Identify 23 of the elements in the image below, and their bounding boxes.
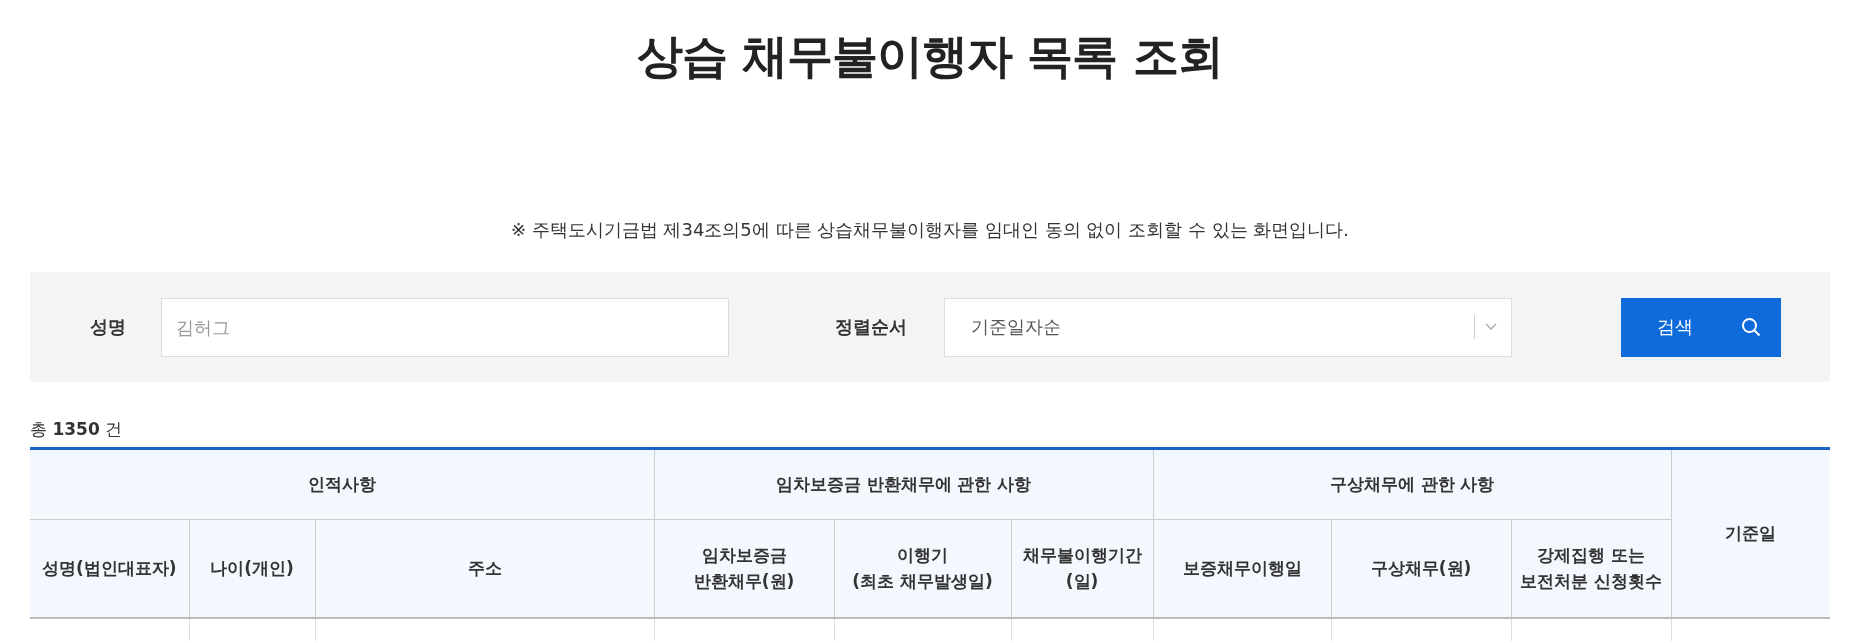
- column-header: 나이(개인): [189, 519, 315, 618]
- search-button[interactable]: 검색: [1621, 297, 1781, 357]
- column-header: 채무불이행기간 (일): [1011, 519, 1154, 618]
- search-icon: [1741, 317, 1761, 337]
- name-label: 성명: [90, 315, 127, 339]
- column-group-header: 인적사항: [30, 448, 654, 520]
- page-title: 상습 채무불이행자 목록 조회: [637, 28, 1223, 85]
- name-field[interactable]: 김허그: [161, 297, 729, 357]
- column-group-header: 임차보증금 반환채무에 관한 사항: [654, 448, 1154, 520]
- notice-text: ※ 주택도시기금법 제34조의5에 따른 상습채무불이행자를 임대인 동의 없이 조회할 수 있는 화면입니다.: [510, 218, 1350, 242]
- total-count: 총 1350 건: [30, 418, 123, 441]
- chevron-down-icon: [1485, 323, 1497, 331]
- sort-select[interactable]: 기준일자순: [944, 297, 1512, 357]
- column-header: 보증채무이행일: [1153, 519, 1332, 618]
- column-header: 주소: [315, 519, 654, 618]
- column-header: 강제집행 또는 보전처분 신청횟수: [1511, 519, 1672, 618]
- column-group-header: 기준일: [1671, 448, 1831, 618]
- column-header: 임차보증금 반환채무(원): [654, 519, 834, 618]
- column-header: 이행기 (최초 채무발생일): [834, 519, 1011, 618]
- column-header: 구상채무(원): [1331, 519, 1512, 618]
- column-group-header: 구상채무에 관한 사항: [1153, 448, 1672, 520]
- sort-label: 정렬순서: [835, 315, 908, 339]
- column-header: 성명(법인대표자): [30, 519, 189, 618]
